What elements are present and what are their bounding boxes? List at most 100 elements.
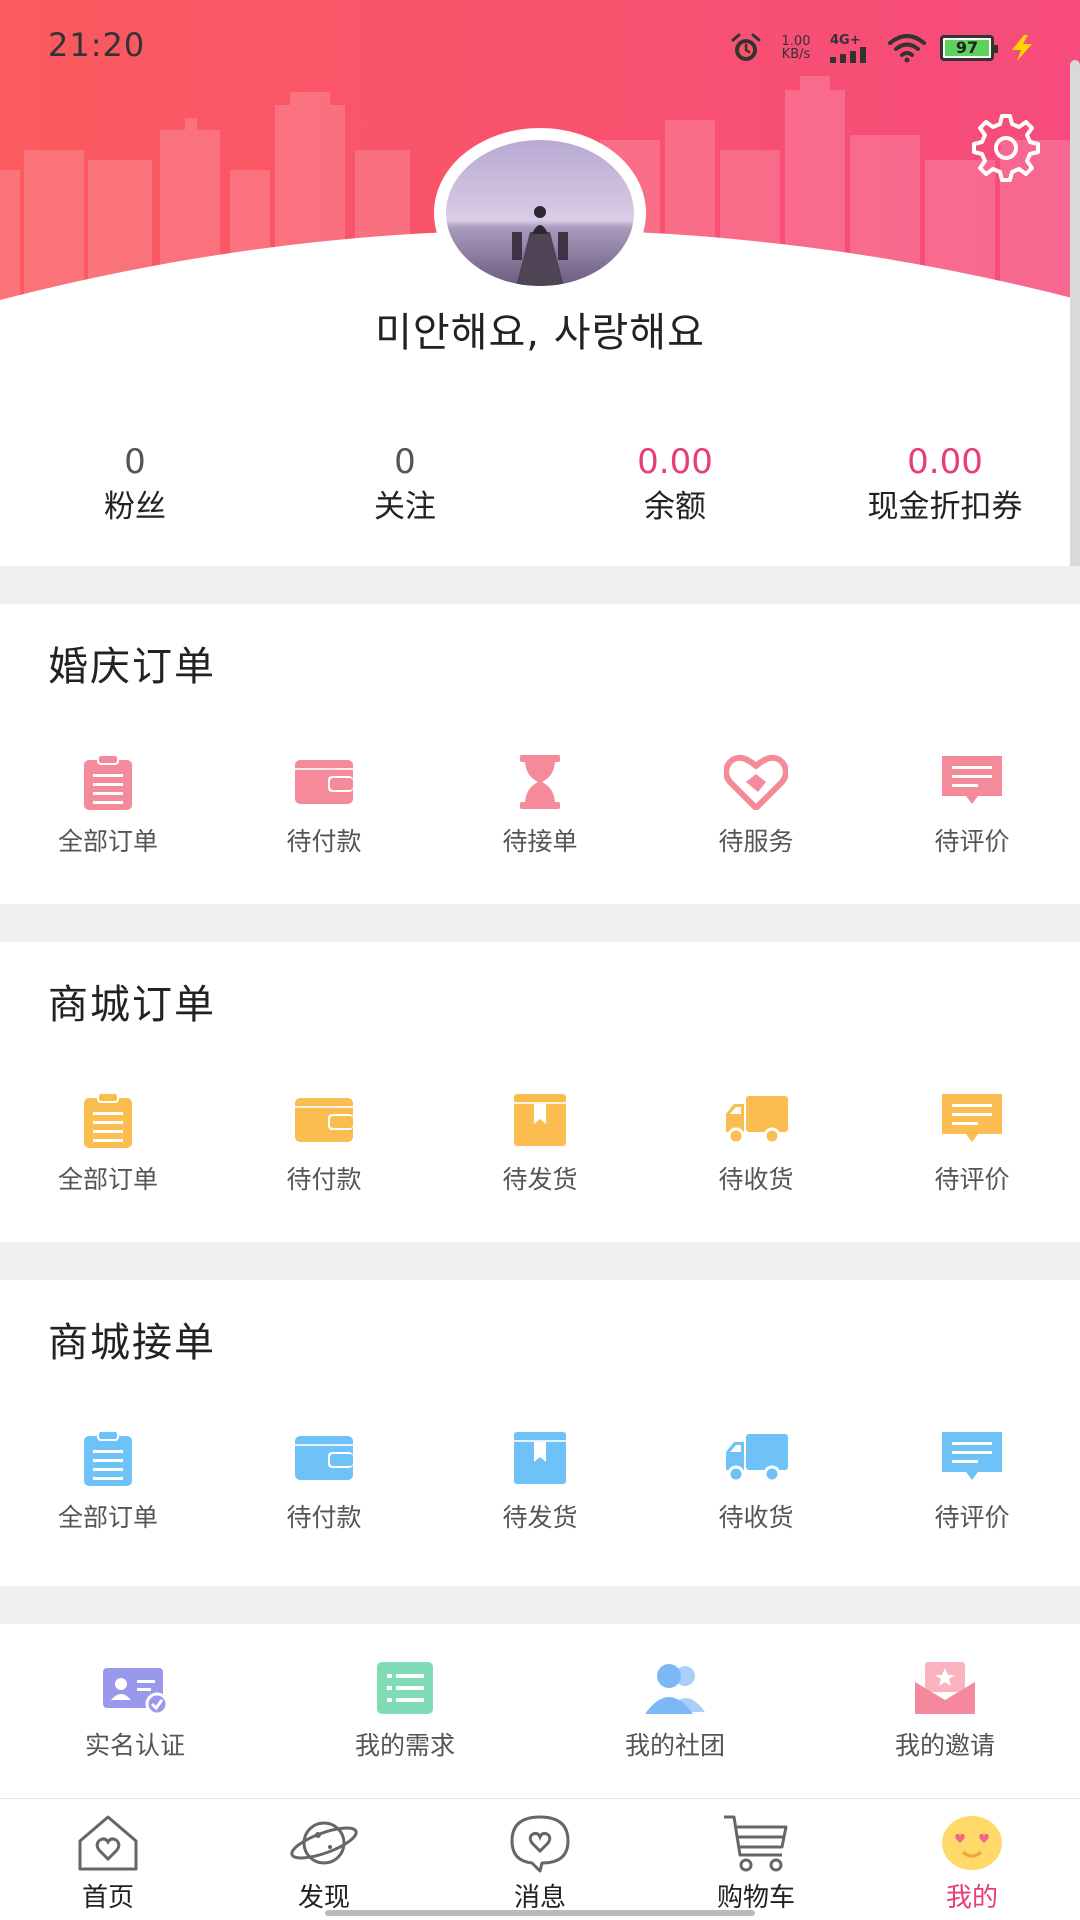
home-icon [78, 1815, 138, 1871]
mall-accept-section: 商城接单 全部订单 待付款 待发货 待收货 待评价 [0, 1280, 1080, 1580]
stat-label: 粉丝 [104, 489, 166, 525]
order-label: 待评价 [934, 1503, 1010, 1532]
accept-pending-receipt[interactable]: 待收货 [648, 1430, 864, 1540]
wedding-pending-payment[interactable]: 待付款 [216, 754, 432, 864]
order-label: 待付款 [286, 1165, 362, 1194]
stat-coupon[interactable]: 0.00 现金折扣券 [810, 440, 1080, 540]
status-bar: 21:20 1.00 KB/s 4G+ 97 [0, 0, 1080, 92]
accept-pending-shipment[interactable]: 待发货 [432, 1430, 648, 1540]
clipboard-icon [84, 754, 132, 810]
stat-following[interactable]: 0 关注 [270, 440, 540, 540]
comment-icon [942, 1094, 1002, 1142]
tab-label: 首页 [81, 1883, 134, 1913]
group-icon [645, 1664, 705, 1714]
smiley-icon [942, 1816, 1002, 1870]
stat-value: 0.00 [637, 442, 713, 482]
order-label: 全部订单 [57, 1165, 158, 1194]
stat-label: 关注 [374, 489, 436, 525]
order-label: 待评价 [934, 827, 1010, 856]
wedding-pending-accept[interactable]: 待接单 [432, 754, 648, 864]
section-divider [0, 1586, 1080, 1624]
status-icons: 1.00 KB/s 4G+ 97 [730, 28, 1036, 68]
order-label: 全部订单 [57, 827, 158, 856]
stat-fans[interactable]: 0 粉丝 [0, 440, 270, 540]
mall-pending-payment[interactable]: 待付款 [216, 1092, 432, 1202]
stat-value: 0 [394, 442, 416, 482]
wallet-icon [295, 1098, 353, 1142]
network-type: 4G+ [830, 32, 861, 48]
comment-icon [942, 1432, 1002, 1480]
my-invitations[interactable]: 我的邀请 [810, 1660, 1080, 1770]
order-label: 待服务 [718, 827, 794, 856]
order-label: 全部订单 [57, 1503, 158, 1532]
stat-label: 余额 [644, 489, 706, 525]
avatar[interactable] [434, 128, 646, 298]
accept-all-orders[interactable]: 全部订单 [0, 1430, 216, 1540]
service-label: 我的社团 [624, 1731, 725, 1760]
alarm-icon [731, 33, 761, 61]
home-indicator[interactable] [325, 1910, 755, 1916]
order-label: 待收货 [718, 1503, 794, 1532]
user-name: 미안해요, 사랑해요 [375, 310, 705, 356]
net-speed-unit: KB/s [781, 47, 811, 62]
hourglass-icon [520, 755, 560, 809]
battery-icon: 97 [940, 35, 998, 61]
order-label: 待发货 [502, 1165, 578, 1194]
service-label: 我的需求 [354, 1731, 455, 1760]
settings-gear-icon[interactable] [972, 114, 1040, 182]
wedding-all-orders[interactable]: 全部订单 [0, 754, 216, 864]
invitation-icon [915, 1662, 975, 1714]
bottom-tab-bar: 首页 发现 消息 购物车 我的 [0, 1798, 1080, 1920]
section-divider [0, 904, 1080, 942]
tab-discover[interactable]: 发现 [216, 1799, 432, 1920]
list-icon [377, 1662, 433, 1714]
order-label: 待接单 [502, 827, 578, 856]
section-title: 商城接单 [48, 1320, 216, 1366]
section-divider [0, 566, 1080, 604]
clipboard-icon [84, 1092, 132, 1148]
order-label: 待付款 [286, 1503, 362, 1532]
stat-value: 0.00 [907, 442, 983, 482]
message-icon [510, 1815, 570, 1873]
order-label: 待付款 [286, 827, 362, 856]
wedding-orders-section: 婚庆订单 全部订单 待付款 待接单 待服务 待评价 [0, 604, 1080, 904]
profile-header: 21:20 1.00 KB/s 4G+ 97 [0, 0, 1080, 300]
section-title: 婚庆订单 [48, 644, 216, 690]
signal-bars-icon [830, 46, 866, 63]
service-label: 我的邀请 [894, 1731, 995, 1760]
wedding-pending-service[interactable]: 待服务 [648, 754, 864, 864]
handshake-heart-icon [724, 754, 788, 810]
mall-all-orders[interactable]: 全部订单 [0, 1092, 216, 1202]
battery-level: 97 [955, 38, 979, 57]
status-time: 21:20 [48, 26, 146, 64]
wifi-icon [888, 34, 926, 63]
my-groups[interactable]: 我的社团 [540, 1660, 810, 1770]
real-name-verification[interactable]: 实名认证 [0, 1660, 270, 1770]
service-label: 实名认证 [84, 1731, 185, 1760]
wallet-icon [295, 760, 353, 804]
accept-pending-payment[interactable]: 待付款 [216, 1430, 432, 1540]
box-icon [514, 1432, 566, 1484]
tab-label: 消息 [513, 1883, 566, 1913]
tab-label: 发现 [297, 1883, 350, 1913]
charging-icon [1012, 35, 1032, 61]
truck-icon [726, 1434, 788, 1483]
services-row: 实名认证 我的需求 我的社团 我的邀请 [0, 1660, 1080, 1770]
order-label: 待收货 [718, 1165, 794, 1194]
my-demands[interactable]: 我的需求 [270, 1660, 540, 1770]
section-title: 商城订单 [48, 982, 216, 1028]
clipboard-icon [84, 1430, 132, 1486]
tab-home[interactable]: 首页 [0, 1799, 216, 1920]
tab-label: 购物车 [716, 1883, 795, 1913]
tab-messages[interactable]: 消息 [432, 1799, 648, 1920]
tab-cart[interactable]: 购物车 [648, 1799, 864, 1920]
stat-balance[interactable]: 0.00 余额 [540, 440, 810, 540]
accept-pending-review[interactable]: 待评价 [864, 1430, 1080, 1540]
mall-pending-review[interactable]: 待评价 [864, 1092, 1080, 1202]
mall-pending-shipment[interactable]: 待发货 [432, 1092, 648, 1202]
tab-mine[interactable]: 我的 [864, 1799, 1080, 1920]
mall-pending-receipt[interactable]: 待收货 [648, 1092, 864, 1202]
wedding-pending-review[interactable]: 待评价 [864, 754, 1080, 864]
cart-icon [724, 1815, 788, 1872]
cell-signal: 4G+ [830, 34, 874, 63]
